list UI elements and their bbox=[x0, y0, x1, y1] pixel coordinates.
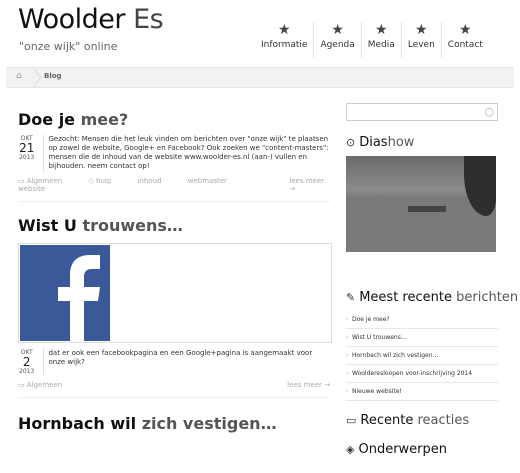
post-title[interactable]: Doe je mee? bbox=[18, 110, 330, 129]
category-label: Algemeen bbox=[26, 381, 63, 389]
widget-title-light: berichten bbox=[456, 290, 519, 305]
site-title-dark: Woolder bbox=[18, 4, 126, 35]
nav-leven[interactable]: ★ Leven bbox=[400, 22, 441, 58]
recent-posts-list: Doe je mee? Wist U trouwens… Hornbach wi… bbox=[346, 311, 498, 401]
site-title-light: Es bbox=[133, 4, 164, 35]
category-link[interactable]: ▭ Algemeen bbox=[18, 177, 74, 185]
post-date: OKT 21 2013 bbox=[18, 135, 35, 171]
post-footer: ▭ Algemeen ◇ hulp inhoud webmaster websi… bbox=[18, 177, 330, 202]
post-tags: ▭ Algemeen ◇ hulp inhoud webmaster websi… bbox=[18, 177, 289, 193]
post-footer: ▭ Algemeen lees meer → bbox=[18, 381, 330, 398]
post-year: 2013 bbox=[19, 368, 35, 375]
post-year: 2013 bbox=[19, 154, 35, 161]
nav-informatie[interactable]: ★ Informatie bbox=[255, 22, 313, 58]
list-item[interactable]: Nieuwe website! bbox=[346, 383, 498, 401]
site-tagline: "onze wijk" online bbox=[19, 40, 118, 53]
star-icon: ★ bbox=[331, 22, 344, 38]
widget-title-recent-posts: ✎ Meest recente berichten bbox=[346, 290, 518, 305]
nav-agenda[interactable]: ★ Agenda bbox=[313, 22, 360, 58]
site-title[interactable]: Woolder Es bbox=[18, 4, 164, 35]
post-title[interactable]: Hornbach wil zich vestigen… bbox=[18, 414, 330, 433]
star-icon: ★ bbox=[277, 22, 291, 38]
tag-label: website bbox=[18, 185, 46, 193]
nav-label: Agenda bbox=[320, 40, 355, 50]
post-tags: ▭ Algemeen bbox=[18, 381, 86, 389]
post-title-dark: Wist U bbox=[18, 216, 77, 235]
tag-label: hulp bbox=[96, 177, 112, 185]
post-meta: OKT 21 2013 Gezocht: Mensen die het leuk… bbox=[18, 135, 330, 171]
post: Doe je mee? OKT 21 2013 Gezocht: Mensen … bbox=[18, 110, 330, 202]
main-nav: ★ Informatie ★ Agenda ★ Media ★ Leven ★ … bbox=[255, 22, 489, 58]
breadcrumb-current[interactable]: Blog bbox=[44, 72, 62, 80]
breadcrumb-separator bbox=[32, 68, 42, 87]
post-day: 21 bbox=[19, 141, 35, 155]
search-icon[interactable]: ○ bbox=[484, 105, 494, 118]
star-icon: ★ bbox=[459, 22, 472, 38]
main-content: Doe je mee? OKT 21 2013 Gezocht: Mensen … bbox=[18, 110, 332, 433]
post: Wist U trouwens… OKT 2 2013 dat er ook e… bbox=[18, 216, 332, 398]
nav-label: Media bbox=[367, 40, 395, 50]
post-title-dark: Hornbach wil bbox=[18, 414, 137, 433]
breadcrumb: ⌂ Blog bbox=[6, 67, 514, 88]
post-day: 2 bbox=[22, 355, 31, 369]
search-input[interactable]: ○ bbox=[346, 103, 498, 121]
tag-icon: ◈ bbox=[346, 443, 355, 456]
widget-title-light: how bbox=[387, 135, 415, 150]
site-header: Woolder Es "onze wijk" online ★ Informat… bbox=[0, 0, 520, 66]
read-more-link[interactable]: lees meer → bbox=[287, 381, 330, 389]
post-date: OKT 2 2013 bbox=[18, 349, 35, 375]
read-more-link[interactable]: lees meer → bbox=[289, 177, 330, 193]
post-meta: OKT 2 2013 dat er ook een facebookpagina… bbox=[18, 349, 330, 375]
tag-label: inhoud bbox=[137, 177, 162, 185]
facebook-image[interactable] bbox=[18, 243, 332, 343]
widget-title-dark: Recente bbox=[360, 413, 414, 428]
post-excerpt: dat er ook een facebookpagina en een Goo… bbox=[43, 349, 330, 375]
sidebar: ○ ⊙Diashow ✎Meest recente berichten Doe … bbox=[346, 103, 518, 457]
nav-label: Leven bbox=[407, 40, 435, 50]
list-item[interactable]: Doe je mee? bbox=[346, 311, 498, 329]
tag-link[interactable]: webmaster bbox=[188, 177, 239, 185]
image-bench bbox=[408, 206, 446, 212]
pencil-icon: ✎ bbox=[346, 291, 356, 304]
diashow-image[interactable] bbox=[346, 156, 496, 252]
list-item[interactable]: Hornbach wil zich vestigen… bbox=[346, 347, 498, 365]
home-icon[interactable]: ⌂ bbox=[16, 71, 22, 81]
tag-link[interactable]: inhoud bbox=[138, 177, 174, 185]
category-link[interactable]: ▭ Algemeen bbox=[18, 381, 74, 389]
widget-title-diashow: ⊙ Diashow bbox=[346, 135, 498, 150]
post-excerpt: Gezocht: Mensen die het leuk vinden om b… bbox=[43, 135, 330, 171]
nav-contact[interactable]: ★ Contact bbox=[440, 22, 489, 58]
widget-title-topics: ◈ Onderwerpen bbox=[346, 442, 498, 457]
post-title[interactable]: Wist U trouwens… bbox=[18, 216, 330, 235]
widget-title-dark: Meest recente bbox=[359, 290, 452, 305]
widget-title-recent-comments: ▭ Recente reacties bbox=[346, 413, 498, 428]
list-item[interactable]: Woolderesloopen voor-inschrijving 2014 bbox=[346, 365, 498, 383]
tag-link[interactable]: website bbox=[18, 185, 57, 193]
nav-label: Informatie bbox=[261, 40, 308, 50]
facebook-logo-icon bbox=[20, 245, 330, 341]
tag-link[interactable]: ◇ hulp bbox=[88, 177, 123, 185]
post-title-dark: Doe je bbox=[18, 110, 76, 129]
tag-label: webmaster bbox=[187, 177, 227, 185]
nav-media[interactable]: ★ Media bbox=[360, 22, 401, 58]
nav-label: Contact bbox=[447, 40, 483, 50]
widget-title-dark: Dias bbox=[359, 135, 388, 150]
comment-icon: ▭ bbox=[346, 414, 357, 427]
category-label: Algemeen bbox=[26, 177, 63, 185]
post-title-light: trouwens… bbox=[82, 216, 183, 235]
star-icon: ★ bbox=[415, 22, 428, 38]
play-circle-icon: ⊙ bbox=[346, 136, 356, 149]
post-title-light: mee? bbox=[80, 110, 129, 129]
widget-title-light: reacties bbox=[417, 413, 470, 428]
widget-title-text: Onderwerpen bbox=[358, 442, 447, 457]
star-icon: ★ bbox=[375, 22, 388, 38]
post: Hornbach wil zich vestigen… bbox=[18, 414, 330, 433]
post-title-light: zich vestigen… bbox=[141, 414, 277, 433]
list-item[interactable]: Wist U trouwens… bbox=[346, 329, 498, 347]
